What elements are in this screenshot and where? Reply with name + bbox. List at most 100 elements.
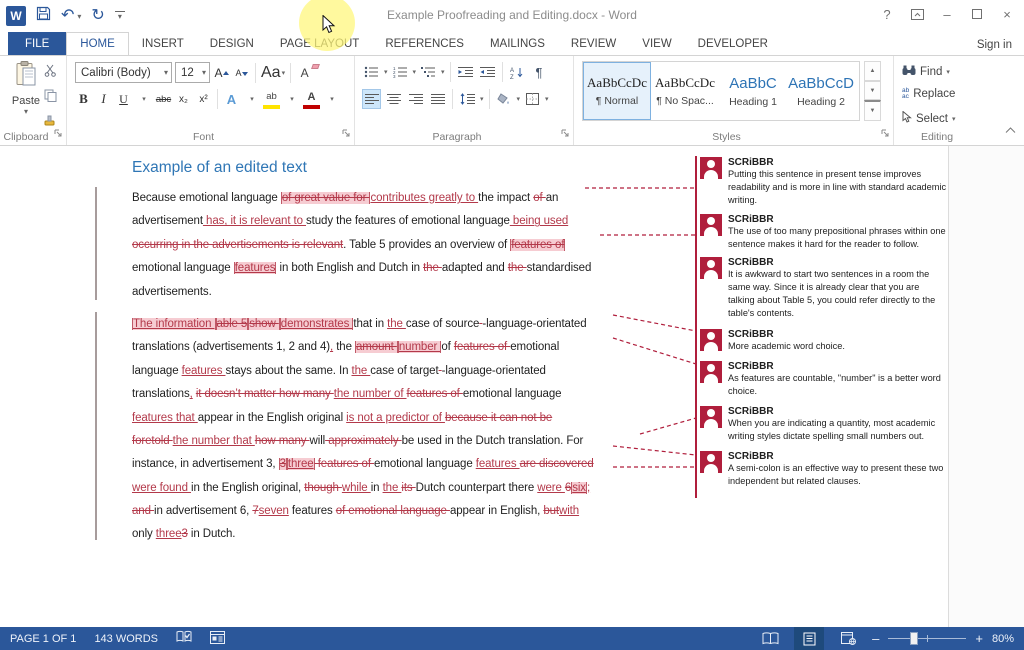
line-spacing-icon[interactable] <box>458 89 477 109</box>
tab-page-layout[interactable]: PAGE LAYOUT <box>267 32 372 55</box>
page-indicator[interactable]: PAGE 1 OF 1 <box>10 633 76 645</box>
ribbon-tab-row: FILE HOMEINSERTDESIGNPAGE LAYOUTREFERENC… <box>0 32 1024 55</box>
help-icon[interactable]: ? <box>874 4 900 24</box>
borders-icon[interactable] <box>523 89 542 109</box>
styles-scroll-down-icon[interactable]: ▼ <box>864 81 881 101</box>
style-heading-2[interactable]: AaBbCcDHeading 2 <box>787 62 855 120</box>
tab-design[interactable]: DESIGN <box>197 32 267 55</box>
decrease-indent-icon[interactable] <box>456 62 475 82</box>
shrink-font-icon[interactable]: A <box>233 63 250 83</box>
zoom-slider-handle[interactable] <box>910 632 918 645</box>
bold-button[interactable]: B <box>75 89 92 109</box>
sort-icon[interactable]: AZ <box>508 62 527 82</box>
italic-button[interactable]: I <box>95 89 112 109</box>
tab-file[interactable]: FILE <box>8 32 66 55</box>
font-dialog-launcher-icon[interactable] <box>342 124 350 142</box>
zoom-slider[interactable] <box>888 627 966 650</box>
grow-font-icon[interactable]: A <box>213 63 230 83</box>
collapse-ribbon-icon[interactable] <box>1005 121 1016 139</box>
numbering-icon[interactable]: 123 <box>391 62 410 82</box>
print-layout-icon[interactable] <box>794 627 824 650</box>
window-controls: ? – × <box>874 4 1020 24</box>
comment-author: SCRiBBR <box>728 329 948 340</box>
replace-button[interactable]: abac Replace <box>902 88 955 100</box>
align-left-button[interactable] <box>362 89 381 109</box>
multilevel-list-icon[interactable] <box>419 62 438 82</box>
paste-dropdown-icon[interactable]: ▾ <box>24 107 28 116</box>
underline-dropdown-icon[interactable]: ▾ <box>142 95 146 103</box>
zoom-in-icon[interactable]: + <box>975 631 983 646</box>
tab-view[interactable]: VIEW <box>629 32 684 55</box>
tab-developer[interactable]: DEVELOPER <box>685 32 781 55</box>
copy-icon[interactable] <box>44 89 57 107</box>
macro-recording-icon[interactable] <box>210 631 225 647</box>
align-right-button[interactable] <box>406 89 425 109</box>
tab-references[interactable]: REFERENCES <box>372 32 477 55</box>
zoom-level[interactable]: 80% <box>992 633 1014 645</box>
minimize-icon[interactable]: – <box>934 4 960 24</box>
comment[interactable]: SCRiBBRIt is awkward to start two senten… <box>700 257 948 320</box>
tab-mailings[interactable]: MAILINGS <box>477 32 558 55</box>
styles-group: AaBbCcDc¶ NormalAaBbCcDc¶ No Spac...AaBb… <box>574 56 894 145</box>
style-heading-1[interactable]: AaBbCHeading 1 <box>719 62 787 120</box>
comment[interactable]: SCRiBBRWhen you are indicating a quantit… <box>700 406 948 443</box>
paragraph-group-label: Paragraph <box>355 131 559 143</box>
highlight-color-icon[interactable]: ab <box>263 89 280 109</box>
paste-button[interactable]: Paste ▾ <box>6 61 46 123</box>
read-mode-icon[interactable] <box>755 627 785 650</box>
font-color-icon[interactable]: A <box>303 89 320 109</box>
style-no-spac[interactable]: AaBbCcDc¶ No Spac... <box>651 62 719 120</box>
comment[interactable]: SCRiBBRMore academic word choice. <box>700 329 948 353</box>
clear-formatting-icon[interactable]: A <box>296 63 313 83</box>
document-canvas[interactable]: Example of an edited text Because emotio… <box>0 146 1024 627</box>
change-case-icon[interactable]: Aa▾ <box>261 63 285 83</box>
font-name-combo[interactable]: Calibri (Body)▾ <box>75 62 172 83</box>
comment[interactable]: SCRiBBRAs features are countable, "numbe… <box>700 361 948 398</box>
show-hide-pilcrow-icon[interactable]: ¶ <box>530 62 549 82</box>
styles-scroll-up-icon[interactable]: ▲ <box>864 61 881 81</box>
strikethrough-button[interactable]: abc <box>155 89 172 109</box>
styles-dialog-launcher-icon[interactable] <box>881 124 889 142</box>
font-size-combo[interactable]: 12▾ <box>175 62 210 83</box>
ribbon-display-options-icon[interactable] <box>904 4 930 24</box>
person-avatar-icon <box>700 361 722 383</box>
sign-in-link[interactable]: Sign in <box>977 39 1012 51</box>
cut-icon[interactable] <box>44 64 57 82</box>
subscript-button[interactable]: x₂ <box>175 89 192 109</box>
maximize-icon[interactable] <box>964 4 990 24</box>
proofing-icon[interactable] <box>176 630 192 647</box>
zoom-out-icon[interactable]: – <box>872 631 879 646</box>
styles-scrollbar: ▲ ▼ ▼ <box>864 61 881 121</box>
styles-more-icon[interactable]: ▼ <box>864 100 881 121</box>
person-avatar-icon <box>700 451 722 473</box>
ribbon-home: Paste ▾ Clipboard <box>0 55 1024 146</box>
shading-icon[interactable] <box>495 89 514 109</box>
find-button[interactable]: Find▾ <box>902 65 950 79</box>
status-bar: PAGE 1 OF 1 143 WORDS – + 80 <box>0 627 1024 650</box>
comment[interactable]: SCRiBBRPutting this sentence in present … <box>700 157 948 207</box>
paragraph-dialog-launcher-icon[interactable] <box>561 124 569 142</box>
text-effects-icon[interactable]: A <box>223 89 240 109</box>
font-size-dropdown-icon[interactable]: ▾ <box>198 68 206 77</box>
tab-review[interactable]: REVIEW <box>558 32 629 55</box>
underline-button[interactable]: U <box>115 89 132 109</box>
superscript-button[interactable]: x² <box>195 89 212 109</box>
comment[interactable]: SCRiBBRA semi-colon is an effective way … <box>700 451 948 488</box>
font-name-dropdown-icon[interactable]: ▾ <box>160 68 168 77</box>
increase-indent-icon[interactable] <box>478 62 497 82</box>
bullets-icon[interactable] <box>362 62 381 82</box>
style-sample: AaBbCcDc <box>655 75 715 91</box>
close-icon[interactable]: × <box>994 4 1020 24</box>
select-button[interactable]: Select▾ <box>902 111 955 126</box>
word-count[interactable]: 143 WORDS <box>94 633 158 645</box>
align-center-button[interactable] <box>384 89 403 109</box>
style-normal[interactable]: AaBbCcDc¶ Normal <box>583 62 651 120</box>
comment[interactable]: SCRiBBRThe use of too many prepositional… <box>700 214 948 251</box>
justify-button[interactable] <box>428 89 447 109</box>
tab-insert[interactable]: INSERT <box>129 32 197 55</box>
editing-group-label: Editing <box>894 131 980 143</box>
clipboard-group: Paste ▾ Clipboard <box>0 56 67 145</box>
clipboard-dialog-launcher-icon[interactable] <box>54 124 62 142</box>
web-layout-icon[interactable] <box>833 627 863 650</box>
tab-home[interactable]: HOME <box>66 32 129 55</box>
